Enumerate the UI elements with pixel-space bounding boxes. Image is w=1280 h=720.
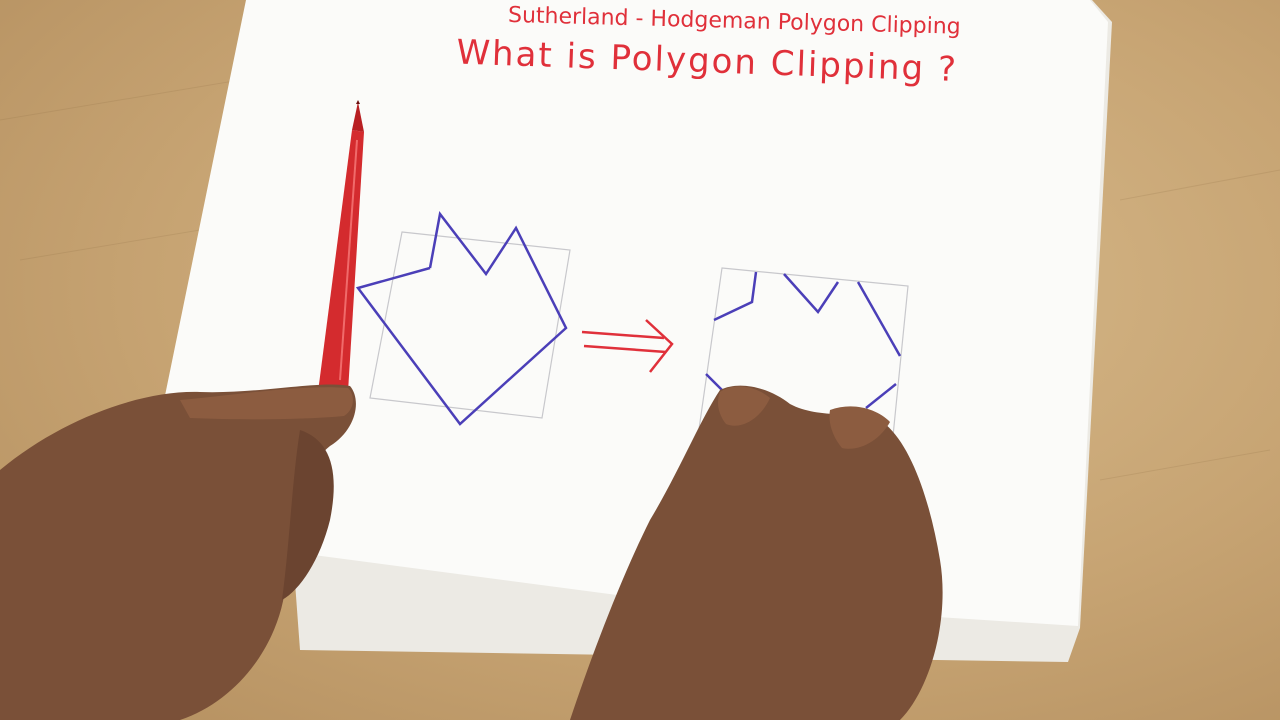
whiteboard-scene: Sutherland - Hodgeman Polygon Clipping W… bbox=[0, 0, 1280, 720]
video-frame: Sutherland - Hodgeman Polygon Clipping W… bbox=[0, 0, 1280, 720]
left-hand bbox=[0, 384, 356, 720]
